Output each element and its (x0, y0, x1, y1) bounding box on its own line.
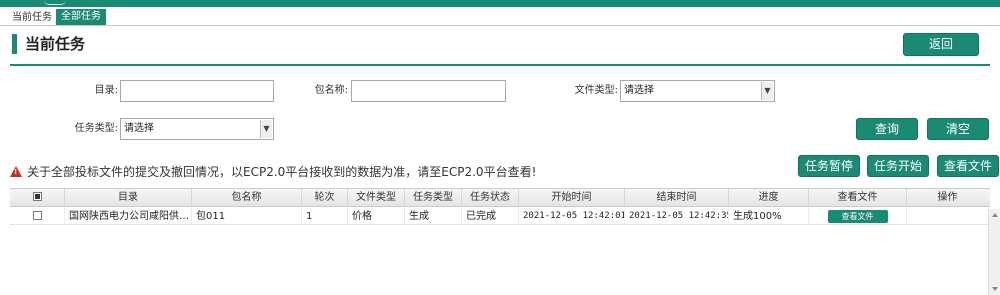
table-scrollbar[interactable] (988, 209, 1000, 295)
notice: 关于全部投标文件的提交及撤回情况，以ECP2.0平台接收到的数据为准，请至ECP… (10, 164, 536, 180)
cell-start-time: 2021-12-05 12:42:01 (519, 208, 625, 224)
file-type-selected: 请选择 (624, 85, 654, 96)
cell-view-files: 查看文件 (809, 208, 907, 224)
col-end-time: 结束时间 (625, 189, 729, 206)
logo (44, 0, 66, 5)
table-row[interactable]: 国网陕西电力公司咸阳供… 包011 1 价格 生成 已完成 2021-12-05… (10, 208, 990, 225)
warning-triangle-icon (10, 166, 22, 177)
col-dir: 目录 (65, 189, 192, 206)
task-type-selected: 请选择 (124, 123, 154, 134)
cell-task-status: 已完成 (462, 208, 519, 224)
cell-dir: 国网陕西电力公司咸阳供… (65, 208, 192, 224)
title-marker (12, 34, 17, 54)
tab-all-tasks[interactable]: 全部任务 (56, 9, 106, 25)
cell-end-time: 2021-12-05 12:42:35 (625, 208, 729, 224)
start-task-button[interactable]: 任务开始 (867, 155, 929, 177)
tab-current-tasks[interactable]: 当前任务 (8, 10, 56, 25)
col-package-name: 包名称 (192, 189, 302, 206)
col-progress: 进度 (729, 189, 809, 206)
row-select-cell (10, 208, 65, 224)
cell-progress: 生成100% (729, 208, 809, 224)
task-type-label: 任务类型: (74, 123, 118, 134)
col-start-time: 开始时间 (519, 189, 625, 206)
col-file-type: 文件类型 (348, 189, 405, 206)
scroll-down-icon[interactable] (992, 287, 998, 291)
notice-text: 关于全部投标文件的提交及撤回情况，以ECP2.0平台接收到的数据为准，请至ECP… (27, 165, 537, 179)
back-button[interactable]: 返回 (903, 33, 979, 56)
file-type-label: 文件类型: (574, 85, 618, 96)
select-all-checkbox[interactable] (32, 191, 42, 201)
cell-file-type: 价格 (348, 208, 405, 224)
top-banner (0, 0, 1000, 7)
clear-button[interactable]: 清空 (927, 118, 989, 140)
cell-task-type: 生成 (405, 208, 462, 224)
file-type-select[interactable]: 请选择 ▼ (620, 80, 775, 102)
chevron-down-icon: ▼ (761, 82, 773, 100)
cell-package-name: 包011 (192, 208, 302, 224)
header-divider (10, 64, 990, 66)
col-view-files: 查看文件 (809, 189, 907, 206)
col-task-type: 任务类型 (405, 189, 462, 206)
col-round: 轮次 (302, 189, 348, 206)
dir-label: 目录: (94, 85, 118, 96)
cell-round: 1 (302, 208, 348, 224)
page-title: 当前任务 (25, 35, 86, 53)
col-actions: 操作 (937, 192, 958, 203)
table-header: 目录 包名称 轮次 文件类型 任务类型 任务状态 开始时间 结束时间 进度 查看… (10, 188, 990, 207)
row-checkbox[interactable] (32, 210, 42, 220)
col-task-status: 任务状态 (462, 189, 519, 206)
cell-actions (907, 208, 988, 224)
dir-input[interactable] (120, 80, 274, 102)
chevron-down-icon: ▼ (260, 120, 272, 138)
pause-task-button[interactable]: 任务暂停 (798, 155, 860, 177)
select-all-cell (10, 189, 65, 206)
row-view-files-button[interactable]: 查看文件 (827, 210, 888, 223)
package-name-label: 包名称: (314, 85, 348, 96)
query-button[interactable]: 查询 (856, 118, 918, 140)
task-type-select[interactable]: 请选择 ▼ (120, 118, 274, 140)
view-files-button[interactable]: 查看文件 (937, 155, 999, 177)
tab-bar: 当前任务 全部任务 (0, 7, 1000, 26)
package-name-input[interactable] (351, 80, 506, 102)
scroll-up-icon[interactable] (992, 213, 998, 217)
